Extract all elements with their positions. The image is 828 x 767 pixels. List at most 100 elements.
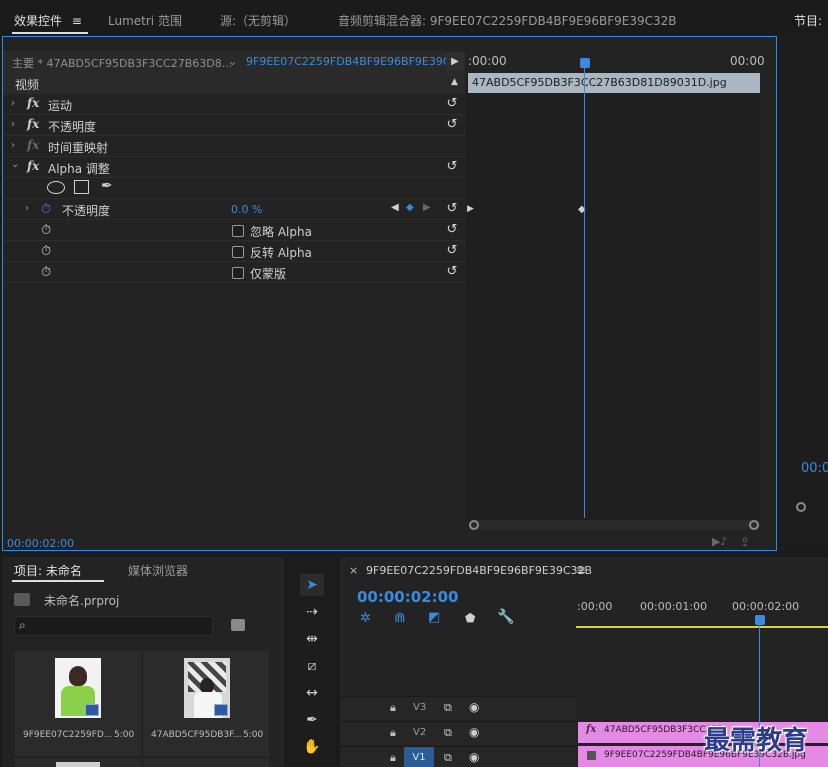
project-item[interactable]: 47ABD5CF95DB3F... 5:00 — [143, 650, 269, 756]
program-timecode[interactable]: 00:0 — [801, 461, 828, 476]
play-audio-icon[interactable]: ▶♪ — [712, 535, 727, 548]
sequence-tab-title[interactable]: 9F9EE07C2259FDB4BF9E96BF9E39C32B — [366, 564, 592, 577]
export-icon[interactable]: ⇪ — [740, 535, 750, 549]
property-row-opacity[interactable]: › ⏱ 不透明度 0.0 % ◀ ◆ ▶ ↺ — [3, 199, 465, 220]
razor-tool-icon[interactable]: ⧄ — [300, 655, 324, 677]
property-row-ignore-alpha[interactable]: ⏱ 忽略 Alpha ↺ — [3, 220, 465, 241]
effect-timecode[interactable]: 00:00:02:00 — [7, 537, 74, 550]
chevron-down-icon[interactable]: ⌄ — [11, 159, 19, 170]
property-row-mask-only[interactable]: ⏱ 仅蒙版 ↺ — [3, 262, 465, 283]
effect-row-opacity[interactable]: › fx 不透明度 ↺ — [3, 115, 465, 136]
reset-icon[interactable]: ↺ — [445, 223, 459, 237]
sync-lock-icon[interactable]: ⧉ — [444, 701, 452, 715]
lock-icon[interactable]: 🔒︎ — [390, 701, 396, 715]
effect-timeline-scrollbar[interactable] — [470, 520, 760, 530]
effect-clip-bar[interactable]: 47ABD5CF95DB3F3CC27B63D81D89031D.jpg — [468, 73, 760, 93]
slip-tool-icon[interactable]: ↔ — [300, 682, 324, 704]
property-row-invert-alpha[interactable]: ⏱ 反转 Alpha ↺ — [3, 241, 465, 262]
tab-media-browser[interactable]: 媒体浏览器 — [128, 562, 188, 582]
prev-keyframe-icon[interactable]: ◀ — [391, 202, 399, 213]
snap-nest-icon[interactable]: ✲ — [360, 611, 371, 626]
track-select-tool-icon[interactable]: ⇢ — [300, 601, 324, 623]
reset-icon[interactable]: ↺ — [445, 97, 459, 111]
chevron-down-icon[interactable]: ⌄ — [228, 55, 237, 68]
tab-project[interactable]: 项目: 未命名 — [14, 562, 82, 582]
fx-icon[interactable]: fx — [27, 96, 39, 110]
scrollbar-start-handle[interactable] — [469, 520, 479, 530]
collapse-up-icon[interactable]: ▲ — [451, 77, 458, 87]
effect-row-motion[interactable]: › fx 运动 ↺ — [3, 94, 465, 115]
panel-menu-icon[interactable]: ≡ — [72, 14, 82, 28]
track-name[interactable]: V3 — [413, 702, 426, 713]
sequence-clip-label[interactable]: 9F9EE07C2259FDB4BF9E96BF9E39C... — [246, 55, 461, 68]
chevron-right-icon[interactable]: › — [11, 119, 15, 130]
chevron-right-icon[interactable]: › — [11, 140, 15, 151]
play-triangle-icon[interactable]: ▶ — [446, 53, 464, 71]
effect-time-ruler[interactable] — [466, 51, 762, 73]
reset-icon[interactable]: ↺ — [445, 160, 459, 174]
next-keyframe-icon[interactable]: ▶ — [423, 202, 431, 213]
close-tab-icon[interactable]: × — [349, 564, 358, 577]
wrench-icon[interactable]: 🔧 — [497, 609, 514, 625]
lock-icon[interactable]: 🔒︎ — [390, 751, 396, 765]
track-header-v3: 🔒︎ V3 ⧉ ◉ — [340, 696, 576, 720]
invert-alpha-checkbox[interactable] — [232, 246, 244, 258]
opacity-value[interactable]: 0.0 % — [231, 203, 262, 216]
sync-lock-icon[interactable]: ⧉ — [444, 726, 452, 740]
tab-program[interactable]: 节目: — [794, 12, 822, 32]
reset-icon[interactable]: ↺ — [445, 202, 459, 216]
tab-source[interactable]: 源:（无剪辑） — [220, 12, 296, 32]
tab-effect-controls[interactable]: 效果控件 ≡ — [14, 12, 82, 32]
new-bin-icon[interactable] — [231, 619, 245, 631]
rectangle-mask-icon[interactable] — [74, 180, 89, 194]
stopwatch-icon[interactable]: ⏱ — [41, 223, 51, 238]
eye-icon[interactable]: ◉ — [469, 725, 479, 739]
add-marker-icon[interactable]: ⬟ — [465, 611, 475, 625]
ripple-edit-tool-icon[interactable]: ⇹ — [300, 628, 324, 650]
track-header-v2: 🔒︎ V2 ⧉ ◉ — [340, 721, 576, 745]
project-search-input[interactable] — [14, 616, 213, 636]
selection-tool-icon[interactable]: ➤ — [300, 574, 324, 596]
still-image-badge-icon — [85, 704, 99, 716]
sync-lock-icon[interactable]: ⧉ — [444, 751, 452, 765]
work-area-bar[interactable] — [576, 626, 828, 628]
ignore-alpha-checkbox[interactable] — [232, 225, 244, 237]
effect-row-alpha-adjust[interactable]: ⌄ fx Alpha 调整 ↺ — [3, 157, 465, 178]
chevron-right-icon[interactable]: › — [11, 98, 15, 109]
panel-menu-icon[interactable]: ≡ — [576, 563, 586, 577]
snap-magnet-icon[interactable]: ⋒ — [394, 610, 406, 626]
add-keyframe-icon[interactable]: ◆ — [406, 202, 414, 213]
eye-icon[interactable]: ◉ — [469, 700, 479, 714]
project-item[interactable]: 9F9EE07C2259FD... 5:00 — [15, 650, 141, 756]
pen-tool-icon[interactable]: ✒ — [300, 709, 324, 731]
reset-icon[interactable]: ↺ — [445, 265, 459, 279]
stopwatch-icon[interactable]: ⏱ — [41, 244, 51, 259]
chevron-right-icon[interactable]: › — [25, 203, 29, 214]
playhead-handle[interactable] — [580, 58, 590, 68]
fx-icon[interactable]: fx — [27, 117, 39, 131]
track-name[interactable]: V2 — [413, 727, 426, 738]
track-target-v1[interactable]: V1 — [404, 747, 434, 767]
scrollbar-end-handle[interactable] — [749, 520, 759, 530]
effect-row-time-remapping[interactable]: › fx 时间重映射 — [3, 136, 465, 157]
mask-only-checkbox[interactable] — [232, 267, 244, 279]
tab-lumetri-scopes[interactable]: Lumetri 范围 — [108, 12, 182, 32]
linked-selection-icon[interactable]: ◩ — [428, 610, 440, 625]
sequence-playhead-handle[interactable] — [755, 615, 765, 625]
tab-audio-clip-mixer[interactable]: 音频剪辑混合器: 9F9EE07C2259FDB4BF9E96BF9E39C32… — [338, 12, 677, 32]
sequence-timecode[interactable]: 00:00:02:00 — [357, 588, 459, 606]
fx-icon[interactable]: fx — [27, 159, 39, 173]
effect-timeline-area[interactable] — [466, 51, 760, 521]
reset-icon[interactable]: ↺ — [445, 244, 459, 258]
stopwatch-active-icon[interactable]: ⏱ — [41, 202, 51, 217]
ellipse-mask-icon[interactable] — [47, 181, 65, 194]
program-scrollbar-handle[interactable] — [796, 502, 806, 512]
project-item[interactable] — [143, 758, 269, 767]
hand-tool-icon[interactable]: ✋ — [300, 736, 324, 758]
reset-icon[interactable]: ↺ — [445, 118, 459, 132]
eye-icon[interactable]: ◉ — [469, 750, 479, 764]
lock-icon[interactable]: 🔒︎ — [390, 726, 396, 740]
stopwatch-icon[interactable]: ⏱ — [41, 265, 51, 280]
master-clip-label[interactable]: 主要 * 47ABD5CF95DB3F3CC27B63D8... — [12, 55, 232, 71]
pen-mask-icon[interactable]: ✒ — [101, 178, 113, 194]
